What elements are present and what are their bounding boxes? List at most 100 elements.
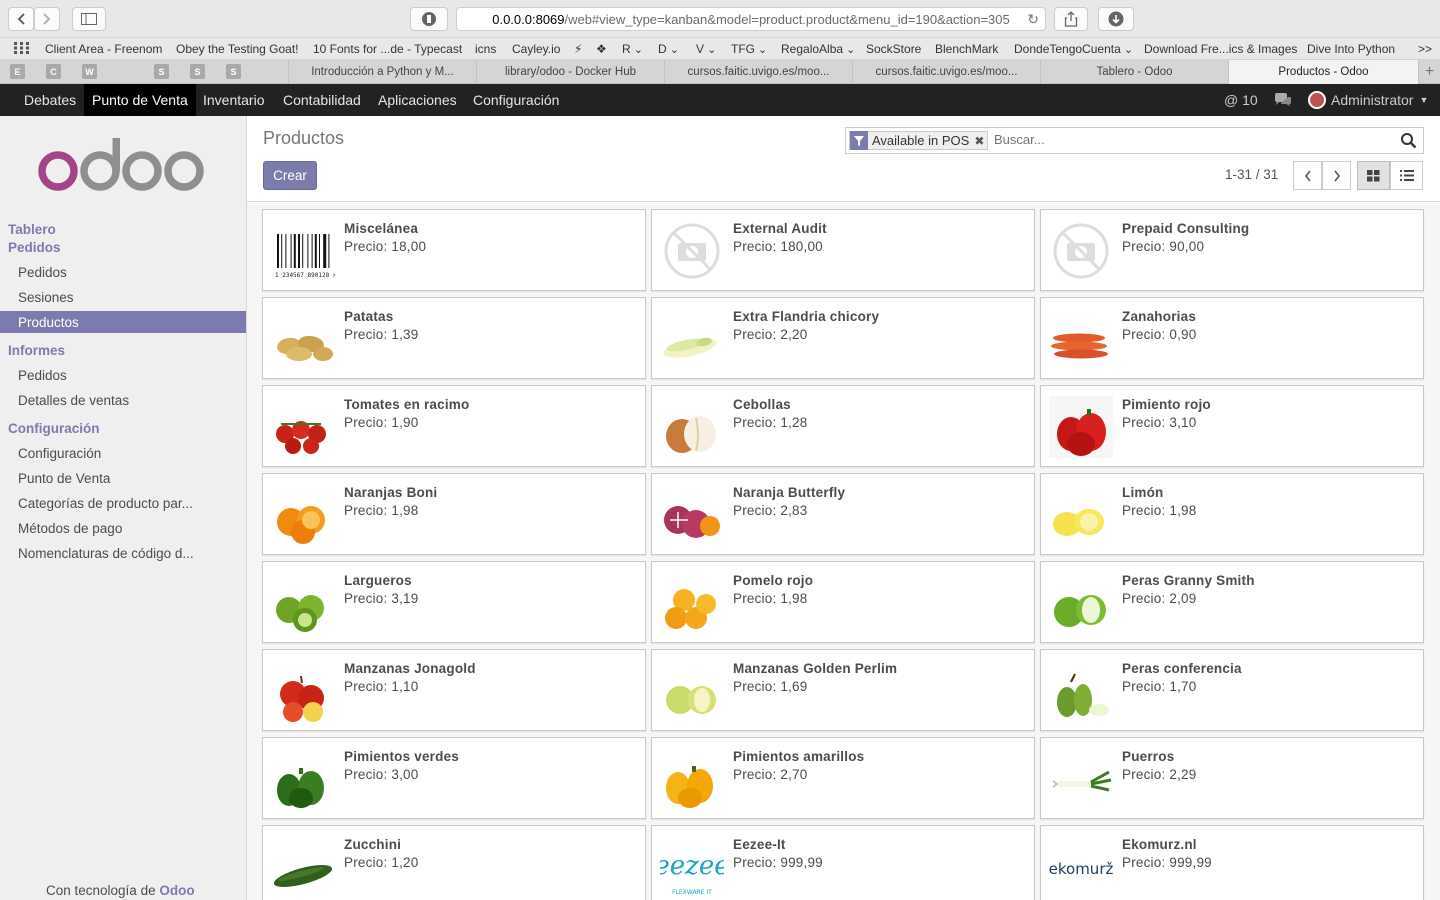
sidebar-item[interactable]: Métodos de pago bbox=[0, 517, 246, 539]
forward-button[interactable] bbox=[34, 7, 60, 31]
reader-button[interactable] bbox=[410, 7, 448, 31]
reload-icon[interactable]: ↻ bbox=[1027, 11, 1039, 28]
odoo-logo[interactable] bbox=[38, 136, 208, 201]
sidebar-item[interactable]: Categorías de producto par... bbox=[0, 492, 246, 514]
filter-facet[interactable]: Available in POS ✖ bbox=[849, 131, 989, 150]
product-card[interactable]: Peras Granny Smith Precio: 2,09 bbox=[1040, 561, 1424, 643]
bookmark-item[interactable]: DondeTengoCuenta ⌄ bbox=[1014, 42, 1133, 56]
list-view-button[interactable] bbox=[1390, 161, 1423, 190]
product-card[interactable]: Zanahorias Precio: 0,90 bbox=[1040, 297, 1424, 379]
topbar-menu-debates[interactable]: Debates bbox=[16, 84, 84, 116]
sidebar-item[interactable]: Pedidos bbox=[0, 261, 246, 283]
sidebar-toggle-button[interactable] bbox=[72, 7, 106, 31]
pinned-tab[interactable]: C bbox=[46, 64, 61, 79]
bookmark-item[interactable]: V ⌄ bbox=[696, 42, 716, 56]
topbar-menu-contabilidad[interactable]: Contabilidad bbox=[275, 84, 369, 116]
search-icon[interactable] bbox=[1400, 132, 1417, 154]
bookmark-item[interactable]: Dive Into Python bbox=[1307, 42, 1395, 56]
product-card[interactable]: Naranjas Boni Precio: 1,98 bbox=[262, 473, 646, 555]
bookmark-item[interactable]: Cayley.io bbox=[512, 42, 560, 56]
bookmark-item[interactable]: TFG ⌄ bbox=[731, 42, 767, 56]
product-card[interactable]: 1 234567 890128 > Miscelánea Precio: 18,00 bbox=[262, 209, 646, 291]
downloads-button[interactable] bbox=[1098, 7, 1134, 31]
product-card[interactable]: Pomelo rojo Precio: 1,98 bbox=[651, 561, 1035, 643]
bookmark-item[interactable]: Client Area - Freenom bbox=[45, 42, 162, 56]
topbar-menu-configuración[interactable]: Configuración bbox=[465, 84, 567, 116]
pinned-tab[interactable] bbox=[118, 64, 133, 79]
browser-tab[interactable]: cursos.faitic.uvigo.es/moo... bbox=[852, 60, 1040, 84]
pager-previous-button[interactable] bbox=[1293, 161, 1322, 190]
product-card[interactable]: Manzanas Golden Perlim Precio: 1,69 bbox=[651, 649, 1035, 731]
browser-tab[interactable]: cursos.faitic.uvigo.es/moo... bbox=[664, 60, 852, 84]
bookmarks-overflow[interactable]: >> bbox=[1418, 42, 1432, 56]
bookmark-item[interactable]: D ⌄ bbox=[658, 42, 679, 56]
pager-value[interactable]: 1-31 / 31 bbox=[1225, 167, 1278, 182]
bookmark-item[interactable]: SockStore bbox=[866, 42, 921, 56]
search-bar[interactable]: Available in POS ✖ bbox=[845, 127, 1424, 154]
sidebar-item[interactable]: Sesiones bbox=[0, 286, 246, 308]
sidebar-item[interactable]: Detalles de ventas bbox=[0, 389, 246, 411]
pinned-tab[interactable]: W bbox=[82, 64, 97, 79]
new-tab-button[interactable]: + bbox=[1418, 60, 1440, 84]
pinned-tab[interactable]: E bbox=[10, 64, 25, 79]
product-card[interactable]: Prepaid Consulting Precio: 90,00 bbox=[1040, 209, 1424, 291]
bookmark-item[interactable]: R ⌄ bbox=[622, 42, 643, 56]
url-bar[interactable]: 0.0.0.0:8069/web#view_type=kanban&model=… bbox=[456, 7, 1046, 31]
product-card[interactable]: Extra Flandria chicory Precio: 2,20 bbox=[651, 297, 1035, 379]
product-card[interactable]: Peras conferencia Precio: 1,70 bbox=[1040, 649, 1424, 731]
browser-tab[interactable]: Productos - Odoo bbox=[1228, 60, 1418, 84]
pinned-tab[interactable]: S bbox=[154, 64, 169, 79]
back-button[interactable] bbox=[8, 7, 34, 31]
product-card[interactable]: Tomates en racimo Precio: 1,90 bbox=[262, 385, 646, 467]
bookmark-item[interactable]: ❖ bbox=[596, 42, 607, 56]
product-card[interactable]: Manzanas Jonagold Precio: 1,10 bbox=[262, 649, 646, 731]
product-card[interactable]: Zucchini Precio: 1,20 bbox=[262, 825, 646, 900]
pinned-tab[interactable]: S bbox=[226, 64, 241, 79]
pager-next-button[interactable] bbox=[1322, 161, 1351, 190]
bookmark-item[interactable]: BlenchMark bbox=[935, 42, 998, 56]
browser-tab[interactable]: library/odoo - Docker Hub bbox=[476, 60, 664, 84]
powered-brand[interactable]: Odoo bbox=[159, 883, 194, 898]
sidebar-item[interactable]: Configuración bbox=[0, 442, 246, 464]
sidebar-item[interactable]: Pedidos bbox=[0, 364, 246, 386]
product-card[interactable]: Cebollas Precio: 1,28 bbox=[651, 385, 1035, 467]
browser-tab[interactable]: Tablero - Odoo bbox=[1040, 60, 1228, 84]
product-card[interactable]: Pimiento rojo Precio: 3,10 bbox=[1040, 385, 1424, 467]
topbar-menu-aplicaciones[interactable]: Aplicaciones bbox=[370, 84, 465, 116]
bookmark-item[interactable]: Obey the Testing Goat! bbox=[176, 42, 299, 56]
kanban-view-button[interactable] bbox=[1357, 161, 1390, 190]
product-card[interactable]: External Audit Precio: 180,00 bbox=[651, 209, 1035, 291]
pinned-tab[interactable]: S bbox=[190, 64, 205, 79]
sidebar-item[interactable]: Punto de Venta bbox=[0, 467, 246, 489]
bookmark-item[interactable]: ⚡ bbox=[574, 42, 582, 56]
product-card[interactable]: Puerros Precio: 2,29 bbox=[1040, 737, 1424, 819]
pinned-tab[interactable] bbox=[262, 64, 277, 79]
share-button[interactable] bbox=[1054, 7, 1088, 31]
topbar-menu-inventario[interactable]: Inventario bbox=[195, 84, 272, 116]
chat-icon[interactable] bbox=[1274, 84, 1292, 116]
bookmark-item[interactable]: Download Fre...ics & Images bbox=[1144, 42, 1297, 56]
remove-facet-icon[interactable]: ✖ bbox=[974, 134, 984, 148]
product-card[interactable]: Pimientos amarillos Precio: 2,70 bbox=[651, 737, 1035, 819]
product-card[interactable]: Patatas Precio: 1,39 bbox=[262, 297, 646, 379]
product-card[interactable]: eezee FLEXWARE IT Eezee-It Precio: 999,99 bbox=[651, 825, 1035, 900]
apps-grid-icon[interactable] bbox=[14, 42, 30, 57]
search-input[interactable] bbox=[994, 132, 1374, 147]
product-card[interactable]: Largueros Precio: 3,19 bbox=[262, 561, 646, 643]
product-card[interactable]: Pimientos verdes Precio: 3,00 bbox=[262, 737, 646, 819]
sidebar-heading[interactable]: Informes bbox=[8, 343, 65, 358]
bookmark-item[interactable]: RegaloAlba ⌄ bbox=[781, 42, 855, 56]
product-card[interactable]: Naranja Butterfly Precio: 2,83 bbox=[651, 473, 1035, 555]
product-card[interactable]: Limón Precio: 1,98 bbox=[1040, 473, 1424, 555]
sidebar-heading[interactable]: Configuración bbox=[8, 421, 100, 436]
product-card[interactable]: ekomurž Ekomurz.nl Precio: 999,99 bbox=[1040, 825, 1424, 900]
bookmark-item[interactable]: icns bbox=[475, 42, 496, 56]
create-button[interactable]: Crear bbox=[263, 161, 317, 190]
sidebar-item[interactable]: Nomenclaturas de código d... bbox=[0, 542, 246, 564]
sidebar-item[interactable]: Productos bbox=[0, 311, 246, 333]
user-menu[interactable]: Administrator ▼ bbox=[1308, 84, 1428, 116]
browser-tab[interactable]: Introducción a Python y M... bbox=[288, 60, 476, 84]
sidebar-heading[interactable]: Tablero bbox=[8, 222, 56, 237]
bookmark-item[interactable]: 10 Fonts for ...de - Typecast bbox=[313, 42, 462, 56]
topbar-menu-punto-de-venta[interactable]: Punto de Venta bbox=[84, 84, 196, 116]
